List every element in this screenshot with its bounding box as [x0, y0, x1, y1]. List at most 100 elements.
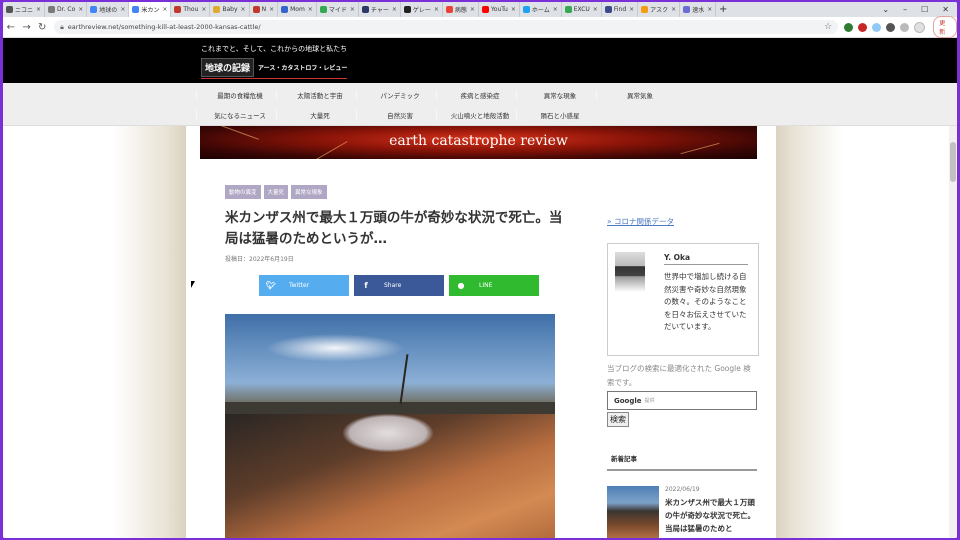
- favicon-icon: [281, 6, 289, 13]
- browser-tab[interactable]: Dr. Co ×: [45, 2, 88, 17]
- scrollbar-thumb[interactable]: [950, 142, 956, 182]
- page-shadow-right: [773, 126, 843, 538]
- tab-close-icon[interactable]: ×: [78, 6, 83, 13]
- avatar-icon[interactable]: [914, 21, 926, 33]
- nav-item[interactable]: 異常気象: [596, 90, 683, 100]
- tab-close-icon[interactable]: ×: [671, 6, 676, 13]
- tab-close-icon[interactable]: ×: [392, 6, 397, 13]
- browser-tab[interactable]: 米カン ×: [129, 2, 172, 17]
- maximize-icon[interactable]: ☐: [921, 5, 928, 14]
- nav-item[interactable]: 火山噴火と地殻活動: [436, 110, 523, 120]
- browser-tab[interactable]: YouTu ×: [479, 2, 520, 17]
- search-button[interactable]: 検索: [607, 412, 629, 427]
- google-search-input[interactable]: Google 提供: [607, 391, 757, 410]
- tab-close-icon[interactable]: ×: [162, 6, 167, 13]
- twitter-share-label: Twitter: [289, 282, 310, 289]
- site-banner[interactable]: earth catastrophe review: [200, 126, 757, 159]
- nav-item[interactable]: 気になるニュース: [196, 110, 283, 120]
- favicon-icon: [90, 6, 98, 13]
- profile-name: Y. Oka: [664, 253, 748, 265]
- browser-tab[interactable]: Mom ×: [278, 2, 317, 17]
- back-icon[interactable]: ←: [3, 22, 19, 33]
- forward-icon[interactable]: →: [19, 22, 35, 33]
- browser-tab[interactable]: Baby ×: [210, 2, 250, 17]
- page-scrollbar[interactable]: [949, 126, 957, 538]
- recent-post-title[interactable]: 米カンザス州で最大１万頭の牛が奇妙な状況で死亡。当局は猛暑のためと: [665, 496, 757, 535]
- tag-link[interactable]: 大量死: [263, 185, 289, 199]
- line-share-button[interactable]: ● LINE: [449, 275, 539, 296]
- tab-close-icon[interactable]: ×: [593, 6, 598, 13]
- tab-close-icon[interactable]: ×: [350, 6, 355, 13]
- tab-label: ホーム: [531, 7, 550, 14]
- nav-item[interactable]: 隕石と小惑星: [516, 110, 603, 120]
- tab-search-icon[interactable]: [900, 22, 910, 32]
- update-button[interactable]: 更新: [933, 16, 957, 38]
- browser-tab[interactable]: ホーム ×: [520, 2, 562, 17]
- browser-tab[interactable]: ゲレー ×: [401, 2, 443, 17]
- tab-close-icon[interactable]: ×: [241, 6, 246, 13]
- nav-item[interactable]: パンデミック: [356, 90, 443, 100]
- address-bar[interactable]: 🔒︎ earthreview.net/something-kill-at-lea…: [54, 20, 839, 34]
- facebook-share-label: Share: [384, 282, 402, 289]
- browser-tab[interactable]: Find ×: [602, 2, 639, 17]
- extension-icon[interactable]: [858, 22, 868, 32]
- tab-close-icon[interactable]: ×: [36, 6, 41, 13]
- browser-tab[interactable]: EXCU ×: [562, 2, 602, 17]
- nav-item[interactable]: 太陽活動と宇宙: [276, 90, 363, 100]
- browser-tab[interactable]: 速水 ×: [680, 2, 717, 17]
- nav-item[interactable]: 疾病と感染症: [436, 90, 523, 100]
- site-logo[interactable]: 地球の記録 アース・カタストロフ・レビュー: [201, 58, 348, 79]
- nav-item[interactable]: 異常な現象: [516, 90, 603, 100]
- tab-label: Mom: [290, 6, 305, 13]
- browser-tab[interactable]: チャー ×: [359, 2, 401, 17]
- tab-close-icon[interactable]: ×: [511, 6, 516, 13]
- favicon-icon: [48, 6, 56, 13]
- tab-label: N: [261, 6, 267, 13]
- tab-close-icon[interactable]: ×: [553, 6, 558, 13]
- favicon-icon: [174, 6, 182, 13]
- lock-icon[interactable]: 🔒︎: [60, 23, 64, 32]
- nav-item[interactable]: 自然災害: [356, 110, 443, 120]
- tab-close-icon[interactable]: ×: [434, 6, 439, 13]
- tab-label: Baby: [222, 6, 238, 13]
- tab-label: マイド: [328, 7, 347, 14]
- tag-link[interactable]: 異常な現象: [291, 185, 327, 199]
- close-window-icon[interactable]: ✕: [942, 5, 949, 14]
- tab-label: Thou: [183, 6, 199, 13]
- browser-tab[interactable]: ニコニ ×: [3, 2, 46, 17]
- covid-data-link[interactable]: » コロナ関係データ: [607, 216, 674, 227]
- tab-close-icon[interactable]: ×: [707, 6, 712, 13]
- bookmark-star-icon[interactable]: ☆: [824, 22, 832, 32]
- recent-post-thumbnail[interactable]: [607, 486, 659, 538]
- browser-tab[interactable]: アスク ×: [638, 2, 681, 17]
- extension-icon[interactable]: [872, 22, 882, 32]
- facebook-share-button[interactable]: f Share: [354, 275, 444, 296]
- puzzle-icon[interactable]: [886, 22, 896, 32]
- browser-tab[interactable]: 地球の ×: [87, 2, 130, 17]
- favicon-icon: [481, 6, 489, 13]
- tab-close-icon[interactable]: ×: [120, 6, 125, 13]
- nav-item[interactable]: 最期の食糧危機: [196, 90, 283, 100]
- browser-tab[interactable]: マイド ×: [317, 2, 359, 17]
- tag-link[interactable]: 動物の異変: [225, 185, 261, 199]
- new-tab-button[interactable]: +: [716, 4, 730, 15]
- tab-close-icon[interactable]: ×: [201, 6, 206, 13]
- browser-tab[interactable]: N ×: [250, 2, 279, 17]
- twitter-share-button[interactable]: 🐦︎ Twitter: [259, 275, 349, 296]
- browser-tab[interactable]: 病態 ×: [443, 2, 479, 17]
- tab-close-icon[interactable]: ×: [470, 6, 475, 13]
- profile-box: Y. Oka 世界中で増加し続ける自然災害や奇妙な自然現象の数々。そのようなこと…: [607, 243, 759, 356]
- minimize-icon[interactable]: –: [903, 5, 907, 14]
- favicon-icon: [132, 6, 140, 13]
- nav-item[interactable]: 大量死: [276, 110, 363, 120]
- tab-label: 速水: [692, 7, 705, 14]
- tab-close-icon[interactable]: ×: [308, 6, 313, 13]
- reload-icon[interactable]: ↻: [34, 22, 50, 33]
- search-placeholder: 提供: [644, 398, 655, 404]
- tab-list-icon[interactable]: ⌄: [882, 5, 889, 14]
- extension-icon[interactable]: [844, 22, 854, 32]
- browser-tab[interactable]: Thou ×: [171, 2, 211, 17]
- favicon-icon: [252, 6, 260, 13]
- tab-close-icon[interactable]: ×: [629, 6, 634, 13]
- tab-close-icon[interactable]: ×: [269, 6, 274, 13]
